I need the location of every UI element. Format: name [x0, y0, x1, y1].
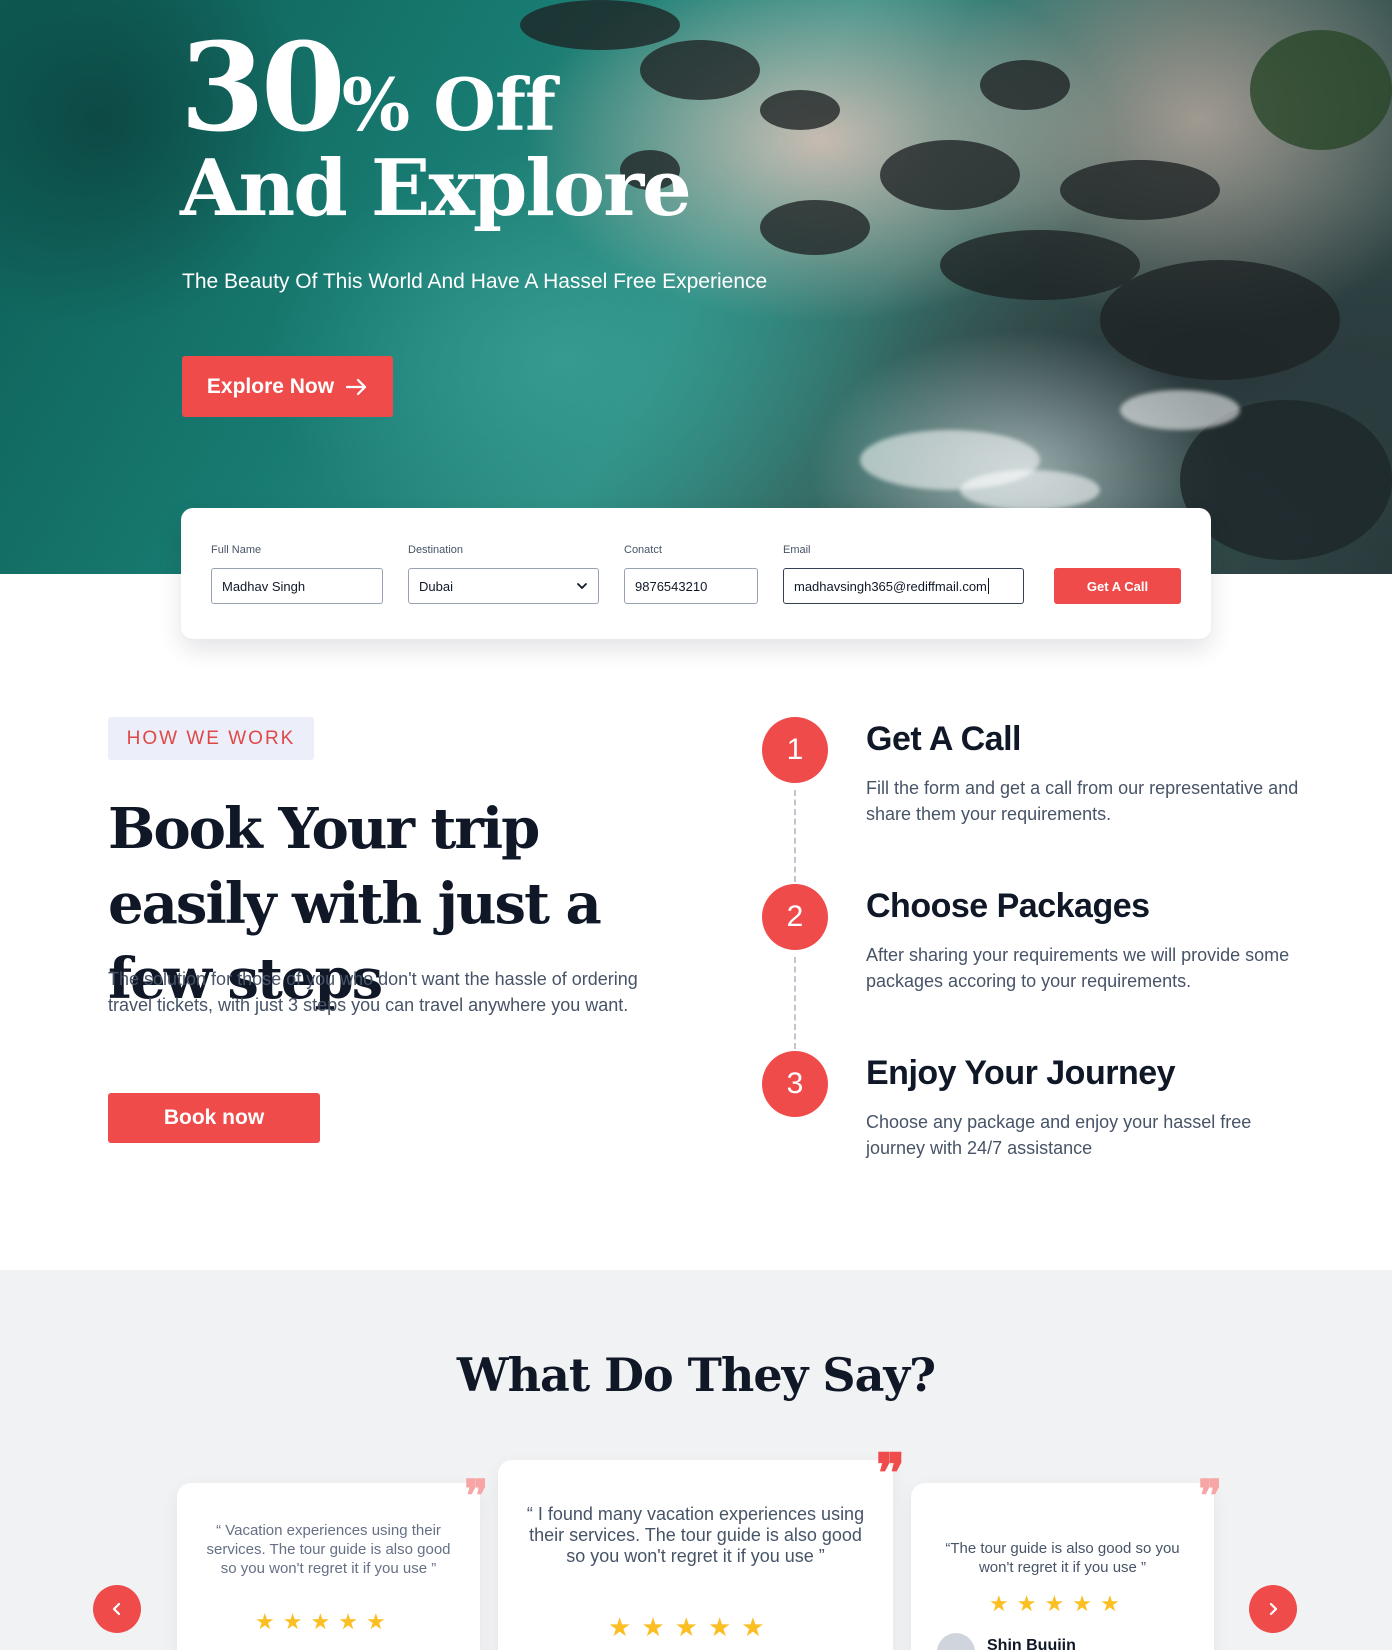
step-2-description: After sharing your requirements we will … [866, 945, 1290, 991]
rating-stars: ★ ★ ★ ★ ★ [255, 1609, 386, 1635]
text-cursor [987, 578, 989, 594]
step-1-title: Get A Call [866, 720, 1021, 758]
step-connector [794, 790, 796, 882]
step-3-description: Choose any package and enjoy your hassel… [866, 1112, 1252, 1158]
quote-icon: ❞ [464, 1471, 488, 1522]
step-connector [794, 957, 796, 1049]
contact-label: Conatct [624, 544, 662, 556]
star-icon: ★ [1044, 1591, 1065, 1616]
rating-stars: ★ ★ ★ ★ ★ [608, 1612, 765, 1643]
testimonial-text: “The tour guide is also good so you won'… [945, 1540, 1180, 1576]
testimonial-author: Shin Buujin [987, 1637, 1076, 1650]
star-icon: ★ [989, 1591, 1009, 1616]
star-icon: ★ [255, 1609, 275, 1634]
email-value: madhavsingh365@rediffmail.com [794, 578, 987, 594]
arrow-right-icon [346, 378, 367, 395]
how-we-work-tag: HOW WE WORK [108, 717, 314, 760]
get-a-call-button[interactable]: Get A Call [1054, 568, 1181, 604]
contact-input[interactable]: 9876543210 [624, 568, 758, 604]
testimonials-section: What Do They Say? ❞ “ Vacation experienc… [0, 1270, 1392, 1650]
destination-select[interactable]: Dubai [408, 568, 599, 604]
hero-section: 30% Off And Explore The Beauty Of This W… [0, 0, 1392, 574]
testimonial-text: “ I found many vacation experiences usin… [526, 1504, 865, 1566]
booking-form: Full Name Madhav Singh Destination Dubai… [181, 508, 1211, 639]
testimonial-card: ❞ “ Vacation experiences using their ser… [177, 1475, 488, 1650]
star-icon: ★ [741, 1612, 765, 1642]
explore-now-button[interactable]: Explore Now [182, 356, 393, 417]
email-input[interactable]: madhavsingh365@rediffmail.com [783, 568, 1024, 604]
hero-offer-heading: 30% Off [180, 26, 556, 148]
destination-value: Dubai [419, 578, 453, 594]
step-3-title: Enjoy Your Journey [866, 1054, 1176, 1092]
email-label: Email [783, 544, 811, 556]
step-1-description: Fill the form and get a call from our re… [866, 778, 1299, 824]
rating-stars: ★ ★ ★ ★ ★ [989, 1591, 1120, 1617]
step-3-number: 3 [762, 1051, 828, 1117]
full-name-input[interactable]: Madhav Singh [211, 568, 383, 604]
prev-testimonial-button[interactable] [93, 1585, 141, 1633]
testimonial-card-featured: ❞ “ I found many vacation experiences us… [498, 1446, 905, 1650]
step-2-title: Choose Packages [866, 887, 1150, 925]
step-2-number: 2 [762, 884, 828, 950]
star-icon: ★ [674, 1612, 698, 1642]
star-icon: ★ [1072, 1591, 1092, 1616]
next-testimonial-button[interactable] [1249, 1585, 1297, 1633]
star-icon: ★ [707, 1612, 732, 1642]
how-we-work-description: The solution for those of you who don't … [108, 969, 638, 1015]
destination-label: Destination [408, 544, 464, 556]
explore-now-label: Explore Now [206, 374, 335, 398]
star-icon: ★ [338, 1609, 358, 1634]
chevron-left-icon [112, 1602, 121, 1616]
quote-icon: ❞ [1198, 1471, 1222, 1522]
hero-subtitle: The Beauty Of This World And Have A Hass… [182, 270, 768, 293]
star-icon: ★ [641, 1612, 665, 1642]
star-icon: ★ [310, 1609, 331, 1634]
chevron-right-icon [1269, 1602, 1278, 1616]
hero-offer-rest: % Off [341, 62, 556, 147]
star-icon: ★ [282, 1609, 303, 1634]
chevron-down-icon [577, 583, 587, 589]
hero-heading-line2: And Explore [180, 143, 692, 234]
testimonial-card: ❞ “The tour guide is also good so you wo… [911, 1475, 1222, 1650]
testimonial-text: “ Vacation experiences using their servi… [206, 1522, 451, 1577]
quote-icon: ❞ [875, 1441, 905, 1505]
avatar [937, 1633, 975, 1650]
star-icon: ★ [1016, 1591, 1037, 1616]
step-1-number: 1 [762, 717, 828, 783]
hero-offer-number: 30 [180, 15, 346, 159]
full-name-label: Full Name [211, 544, 262, 556]
star-icon: ★ [365, 1609, 386, 1634]
star-icon: ★ [608, 1612, 632, 1642]
star-icon: ★ [1099, 1591, 1120, 1616]
book-now-button[interactable]: Book now [108, 1093, 320, 1143]
testimonials-title: What Do They Say? [456, 1348, 936, 1402]
